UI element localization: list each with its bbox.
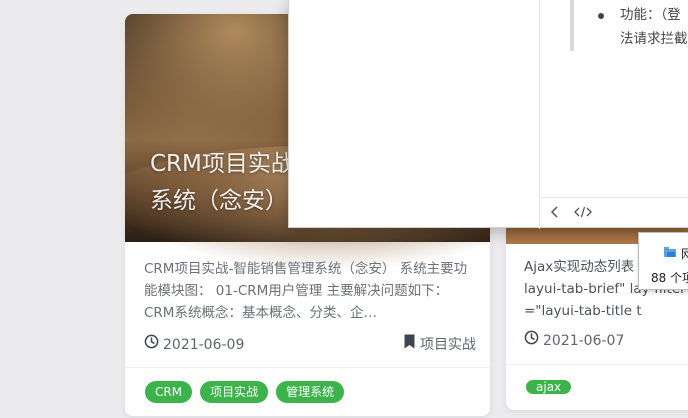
tooltip-label: 网 <box>681 247 688 261</box>
cover-title-line-2: 系统（念安） <box>150 188 288 214</box>
article-date: 2021-06-09 <box>144 334 244 356</box>
bullet-text-line-2: 法请求拦截 <box>620 31 688 47</box>
blockquote-bar <box>570 0 574 51</box>
tag-list: CRM 项目实战 管理系统 <box>145 381 345 403</box>
article-date: 2021-06-07 <box>524 330 624 352</box>
clock-icon <box>144 334 159 356</box>
cover-title-line-1: CRM项目实战 <box>150 151 294 177</box>
bullet-dot <box>598 13 604 19</box>
category-label[interactable]: 项目实战 <box>420 334 476 356</box>
article-category[interactable]: 项目实战 <box>403 334 476 356</box>
tag-project[interactable]: 项目实战 <box>200 381 269 403</box>
article-summary: CRM项目实战-智能销售管理系统（念安） 系统主要功能模块图： 01-CRM用户… <box>144 261 468 321</box>
preview-popup-window[interactable]: 功能：（登 法请求拦截 <box>288 0 688 229</box>
summary-line: ="layui-tab-title t <box>524 303 642 319</box>
date-text: 2021-06-07 <box>543 333 625 349</box>
popup-content-panel: 功能：（登 法请求拦截 <box>539 0 688 197</box>
clock-icon <box>524 330 539 352</box>
article-meta: 2021-06-09 项目实战 <box>144 334 476 356</box>
bullet-text-line-1: 功能：（登 <box>620 7 681 23</box>
card-divider <box>506 364 688 365</box>
bookmark-icon <box>403 334 416 356</box>
tag-management[interactable]: 管理系统 <box>276 381 345 403</box>
code-icon[interactable] <box>574 206 592 221</box>
network-folder-icon <box>663 246 677 262</box>
popup-toolbar <box>539 197 688 229</box>
chevron-left-icon[interactable] <box>550 206 560 221</box>
cover-title: CRM项目实战 系统（念安） <box>150 146 294 220</box>
tooltip-title-row: 网 <box>663 245 688 262</box>
tag-ajax[interactable]: ajax <box>526 380 572 394</box>
folder-tooltip: 网 88 个项 <box>638 232 688 290</box>
tooltip-count: 88 个项 <box>651 271 688 285</box>
card-divider <box>125 367 490 368</box>
tag-crm[interactable]: CRM <box>145 381 193 403</box>
tag-list: ajax <box>526 376 572 398</box>
date-text: 2021-06-09 <box>163 337 245 353</box>
